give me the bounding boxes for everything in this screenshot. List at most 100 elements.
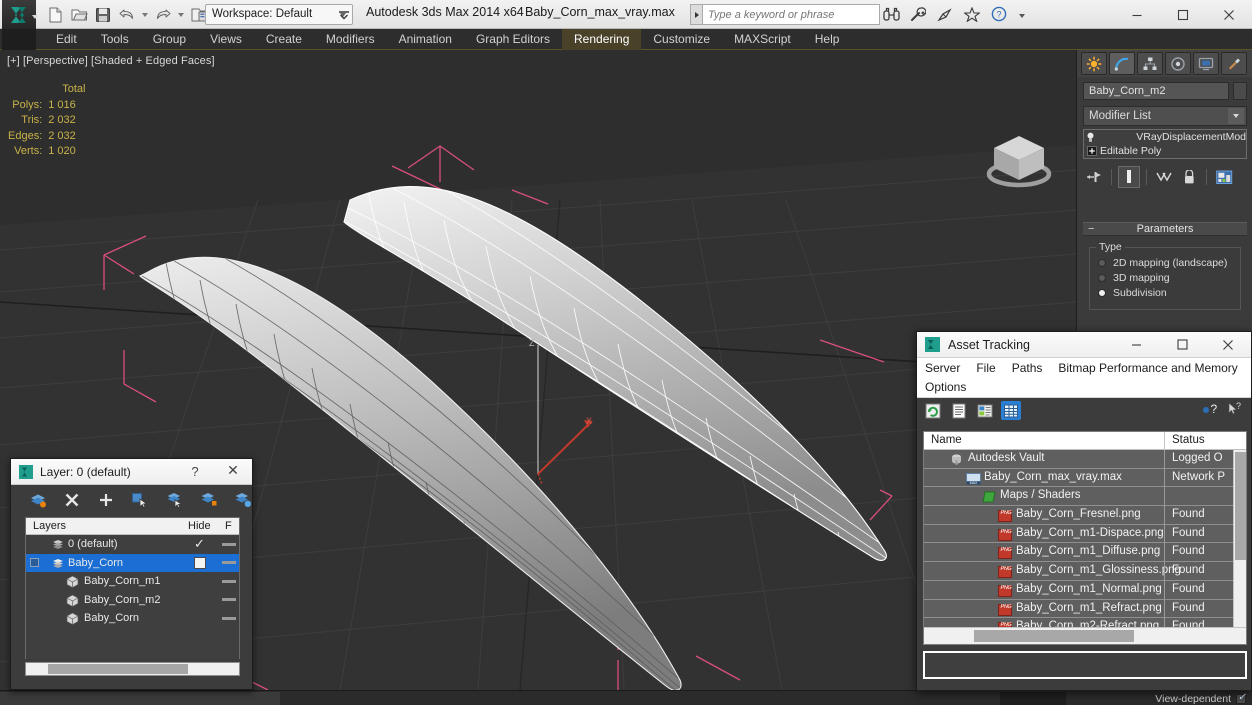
layer-row-baby-corn-m2[interactable]: Baby_Corn_m2: [26, 591, 239, 610]
modifier-stack-item-editable-poly[interactable]: Editable Poly: [1084, 144, 1246, 158]
menu-graph-editors[interactable]: Graph Editors: [464, 29, 562, 50]
asset-menu-paths[interactable]: Paths: [1004, 360, 1051, 377]
expander-icon[interactable]: [30, 558, 39, 567]
asset-row-refract-m1[interactable]: Baby_Corn_m1_Refract.png Found: [924, 599, 1246, 619]
layer-freeze-dash-2[interactable]: [222, 561, 236, 565]
view-cube[interactable]: [976, 128, 1062, 194]
open-file-icon[interactable]: [68, 4, 90, 26]
help-dropdown-caret-icon[interactable]: [1019, 13, 1025, 18]
modifier-stack-item-vraydisplacement[interactable]: VRayDisplacementMod: [1084, 130, 1246, 144]
layer-row-baby-corn[interactable]: Baby_Corn: [26, 553, 239, 572]
redo-icon[interactable]: [152, 4, 174, 26]
close-button[interactable]: [1206, 0, 1252, 29]
menu-views[interactable]: Views: [198, 29, 254, 50]
binoculars-icon[interactable]: [882, 4, 900, 24]
app-menu-caret-icon[interactable]: [32, 15, 38, 19]
object-name-field[interactable]: Baby_Corn_m2: [1083, 82, 1229, 100]
layer-close-button[interactable]: ✕: [224, 462, 242, 479]
asset-row-diffuse[interactable]: Baby_Corn_m1_Diffuse.png Found: [924, 543, 1246, 563]
remove-modifier-icon[interactable]: [1178, 166, 1200, 188]
layer-freeze-dash-3[interactable]: [222, 579, 236, 583]
layer-list[interactable]: Layers Hide F 0 (default) ✓ Baby_Corn Ba…: [25, 517, 240, 659]
asset-grid-horizontal-scrollbar[interactable]: [924, 627, 1246, 644]
layer-freeze-dash[interactable]: [222, 542, 236, 546]
menu-modifiers[interactable]: Modifiers: [314, 29, 387, 50]
asset-menu-bitmap-performance[interactable]: Bitmap Performance and Memory: [1050, 360, 1245, 377]
object-color-swatch[interactable]: [1233, 82, 1247, 100]
add-layer-icon[interactable]: [97, 490, 115, 510]
grid-view-icon[interactable]: [1001, 401, 1021, 420]
asset-close-button[interactable]: [1209, 332, 1247, 357]
plus-box-icon[interactable]: [1084, 146, 1100, 156]
asset-row-fresnel[interactable]: Baby_Corn_Fresnel.png Found: [924, 506, 1246, 525]
asset-vscroll-thumb[interactable]: [1235, 452, 1246, 560]
lightbulb-icon[interactable]: [1084, 132, 1096, 143]
collapse-icon[interactable]: −: [1088, 224, 1094, 235]
asset-path-field[interactable]: [923, 651, 1247, 679]
undo-dropdown-caret-icon[interactable]: [142, 12, 148, 17]
modify-tab[interactable]: [1109, 52, 1135, 75]
parameters-rollout-header[interactable]: − Parameters: [1083, 222, 1247, 236]
asset-row-glossiness[interactable]: Baby_Corn_m1_Glossiness.png Found: [924, 562, 1246, 581]
help-question-icon[interactable]: ?: [1201, 401, 1218, 422]
radio-2d-mapping[interactable]: 2D mapping (landscape): [1098, 257, 1234, 269]
asset-maximize-button[interactable]: [1163, 332, 1201, 357]
view-dependent-option[interactable]: View-dependent: [1155, 692, 1247, 705]
detail-view-icon[interactable]: [975, 401, 995, 420]
refresh-icon[interactable]: [923, 401, 943, 420]
asset-minimize-button[interactable]: [1117, 332, 1155, 357]
search-input[interactable]: [702, 4, 880, 25]
modifier-list-dropdown[interactable]: Modifier List: [1083, 106, 1247, 126]
minimize-button[interactable]: [1114, 0, 1160, 29]
pin-stack-icon[interactable]: [1083, 166, 1105, 188]
layer-hide-check-icon[interactable]: ✓: [194, 536, 205, 552]
asset-column-name[interactable]: Name: [931, 434, 962, 446]
radio-3d-mapping[interactable]: 3D mapping: [1098, 272, 1234, 284]
layer-help-button[interactable]: ?: [186, 464, 204, 479]
view-dependent-checkbox[interactable]: [1236, 692, 1247, 704]
layer-horizontal-scrollbar[interactable]: [25, 662, 240, 676]
layer-hide-checkbox[interactable]: [194, 557, 206, 572]
star-icon[interactable]: [963, 4, 981, 24]
redo-dropdown-caret-icon[interactable]: [178, 12, 184, 17]
delete-layer-icon[interactable]: [63, 490, 81, 510]
workspace-selector[interactable]: Workspace: Default: [205, 4, 353, 25]
workspace-dropdown-button[interactable]: [336, 4, 352, 25]
modifier-stack[interactable]: VRayDisplacementMod Editable Poly: [1083, 129, 1247, 159]
layer-dialog[interactable]: Layer: 0 (default) ? ✕ Layers Hide F 0 (…: [10, 458, 253, 690]
hierarchy-tab[interactable]: [1137, 52, 1163, 75]
asset-menu-server[interactable]: Server: [917, 360, 968, 377]
set-current-layer-icon[interactable]: [234, 490, 252, 510]
help-icon[interactable]: ?: [990, 4, 1008, 24]
wrench-icon[interactable]: [909, 4, 927, 24]
asset-grid-vertical-scrollbar[interactable]: [1233, 450, 1246, 628]
menu-animation[interactable]: Animation: [387, 29, 464, 50]
context-help-icon[interactable]: ?: [1227, 401, 1243, 422]
undo-icon[interactable]: [116, 4, 138, 26]
menu-rendering[interactable]: Rendering: [562, 29, 642, 50]
configure-modifier-sets-icon[interactable]: [1213, 166, 1235, 188]
satellite-icon[interactable]: [936, 4, 954, 24]
display-tab[interactable]: [1193, 52, 1219, 75]
search-expand-icon[interactable]: [690, 4, 702, 25]
layer-row-default[interactable]: 0 (default) ✓: [26, 535, 239, 554]
asset-tracking-dialog[interactable]: Asset Tracking Server File Paths Bitmap …: [916, 331, 1252, 691]
menu-maxscript[interactable]: MAXScript: [722, 29, 803, 50]
select-objects-in-layer-icon[interactable]: [131, 490, 149, 510]
menu-help[interactable]: Help: [803, 29, 852, 50]
layer-scrollbar-thumb[interactable]: [48, 664, 188, 674]
menu-edit[interactable]: Edit: [44, 29, 89, 50]
menu-create[interactable]: Create: [254, 29, 314, 50]
save-file-icon[interactable]: [92, 4, 114, 26]
asset-row-maxfile[interactable]: MAX Baby_Corn_max_vray.max Network P: [924, 468, 1246, 488]
radio-subdivision[interactable]: Subdivision: [1098, 287, 1234, 299]
asset-row-maps-shaders[interactable]: Maps / Shaders: [924, 487, 1246, 507]
asset-menu-options[interactable]: Options: [917, 379, 974, 396]
asset-row-normal[interactable]: Baby_Corn_m1_Normal.png Found: [924, 580, 1246, 600]
layer-row-baby-corn-m1[interactable]: Baby_Corn_m1: [26, 572, 239, 591]
menu-customize[interactable]: Customize: [641, 29, 722, 50]
create-tab[interactable]: [1081, 52, 1107, 75]
make-unique-icon[interactable]: [1153, 166, 1175, 188]
motion-tab[interactable]: [1165, 52, 1191, 75]
asset-row-dispace[interactable]: Baby_Corn_m1-Dispace.png Found: [924, 524, 1246, 544]
